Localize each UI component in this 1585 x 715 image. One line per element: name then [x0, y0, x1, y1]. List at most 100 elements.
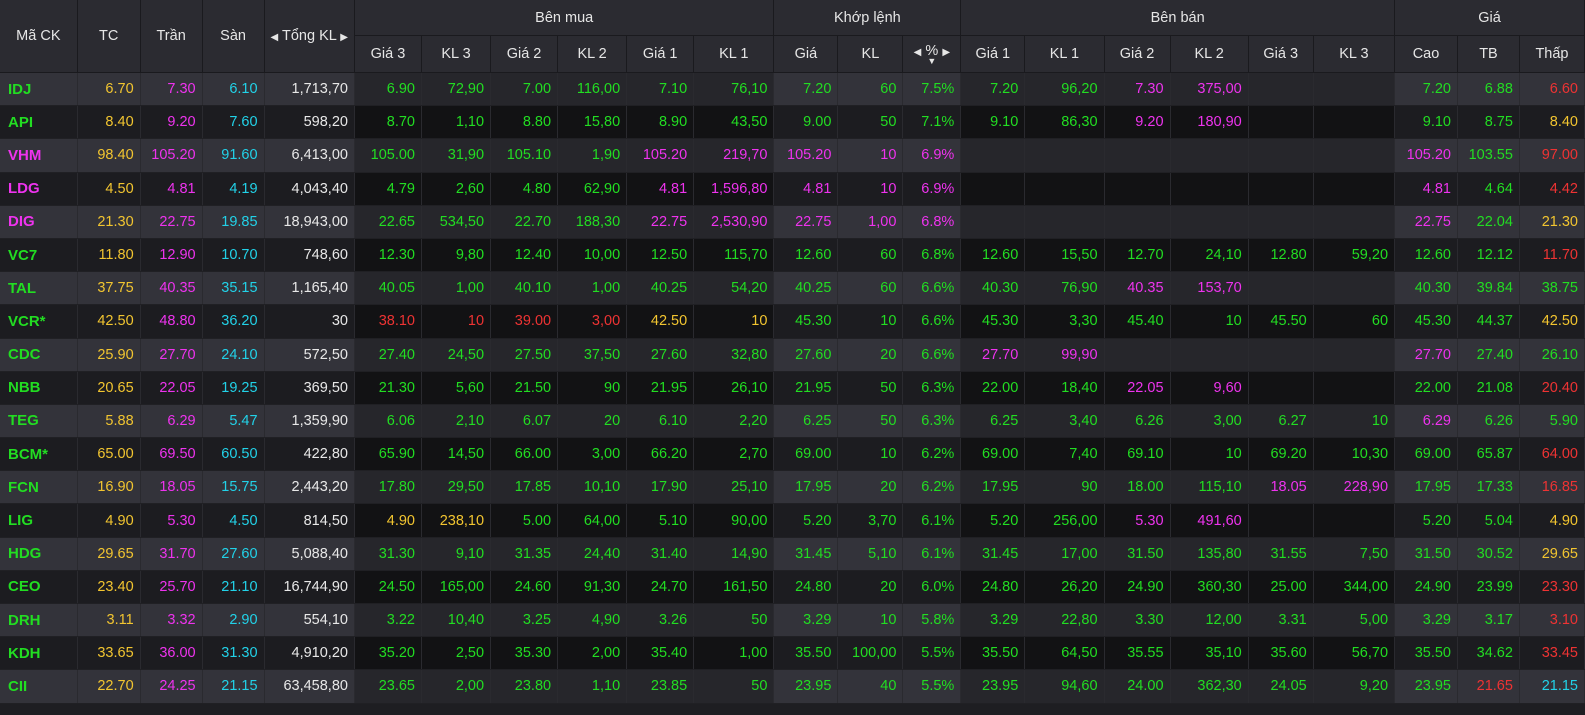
average-price[interactable]: 3.17 [1457, 603, 1520, 638]
ask-price-1[interactable]: 69.00 [960, 437, 1026, 472]
high-price[interactable]: 35.50 [1394, 636, 1458, 671]
floor-price[interactable]: 15.75 [202, 470, 265, 505]
bid-vol-1[interactable]: 26,10 [693, 371, 775, 405]
bid-price-3[interactable]: 4.90 [354, 503, 422, 538]
table-row[interactable]: LIG 4.90 5.30 4.50 814,50 4.90 238,10 5.00 64,00… [0, 503, 1585, 538]
bid-vol-2[interactable]: 3,00 [557, 304, 628, 339]
change-percent[interactable]: 6.8% [902, 205, 962, 239]
bid-vol-3[interactable]: 5,60 [421, 371, 492, 405]
ask-vol-3[interactable] [1313, 72, 1396, 107]
total-volume[interactable]: 63,458,80 [264, 669, 355, 704]
match-vol[interactable]: 10 [837, 437, 904, 472]
ask-vol-1[interactable] [1024, 172, 1105, 206]
low-price[interactable]: 16.85 [1519, 470, 1585, 505]
ask-price-3[interactable] [1248, 72, 1314, 107]
floor-price[interactable]: 10.70 [202, 238, 265, 273]
ask-vol-2[interactable] [1170, 338, 1249, 372]
high-price[interactable]: 6.29 [1394, 404, 1458, 439]
change-percent[interactable]: 6.2% [902, 437, 962, 472]
ask-vol-3[interactable] [1313, 271, 1396, 306]
bid-vol-1[interactable]: 2,530,90 [693, 205, 775, 239]
ask-price-2[interactable]: 35.55 [1104, 636, 1171, 671]
ask-price-2[interactable]: 31.50 [1104, 537, 1171, 571]
reference-price[interactable]: 65.00 [77, 437, 141, 472]
average-price[interactable]: 23.99 [1457, 570, 1520, 605]
table-row[interactable]: CDC 25.90 27.70 24.10 572,50 27.40 24,50 27.50 3… [0, 338, 1585, 372]
bid-price-1[interactable]: 24.70 [626, 570, 695, 605]
col-change-percent[interactable]: ◀ % ▶ ▼ [902, 35, 962, 73]
ask-price-2[interactable]: 7.30 [1104, 72, 1171, 107]
floor-price[interactable]: 31.30 [202, 636, 265, 671]
bid-price-2[interactable]: 7.00 [490, 72, 559, 107]
stock-symbol[interactable]: TEG [0, 404, 78, 439]
bid-vol-1[interactable]: 10 [693, 304, 775, 339]
ask-vol-2[interactable]: 362,30 [1170, 669, 1249, 704]
bid-price-2[interactable]: 66.00 [490, 437, 559, 472]
ask-price-1[interactable] [960, 205, 1026, 239]
col-bid-vol-2[interactable]: KL 2 [557, 35, 628, 73]
high-price[interactable]: 3.29 [1394, 603, 1458, 638]
bid-price-1[interactable]: 17.90 [626, 470, 695, 505]
bid-price-3[interactable]: 24.50 [354, 570, 422, 605]
bid-vol-1[interactable]: 50 [693, 669, 775, 704]
bid-price-3[interactable]: 6.90 [354, 72, 422, 107]
floor-price[interactable]: 27.60 [202, 537, 265, 571]
ask-vol-3[interactable]: 59,20 [1313, 238, 1396, 273]
ask-price-1[interactable]: 9.10 [960, 105, 1026, 140]
low-price[interactable]: 4.42 [1519, 172, 1585, 206]
ask-vol-2[interactable]: 3,00 [1170, 404, 1249, 439]
caret-right-icon[interactable]: ▶ [942, 46, 950, 60]
average-price[interactable]: 6.88 [1457, 72, 1520, 107]
bid-price-3[interactable]: 12.30 [354, 238, 422, 273]
total-volume[interactable]: 1,713,70 [264, 72, 355, 107]
high-price[interactable]: 5.20 [1394, 503, 1458, 538]
col-reference[interactable]: TC [77, 0, 141, 73]
ask-vol-2[interactable] [1170, 205, 1249, 239]
average-price[interactable]: 103.55 [1457, 138, 1520, 173]
bid-price-2[interactable]: 17.85 [490, 470, 559, 505]
bid-price-3[interactable]: 35.20 [354, 636, 422, 671]
match-vol[interactable]: 40 [837, 669, 904, 704]
total-volume[interactable]: 16,744,90 [264, 570, 355, 605]
ask-vol-2[interactable]: 12,00 [1170, 603, 1249, 638]
match-price[interactable]: 35.50 [773, 636, 839, 671]
change-percent[interactable]: 6.2% [902, 470, 962, 505]
ask-vol-1[interactable]: 96,20 [1024, 72, 1105, 107]
ask-price-2[interactable] [1104, 138, 1171, 173]
high-price[interactable]: 105.20 [1394, 138, 1458, 173]
ask-price-3[interactable] [1248, 371, 1314, 405]
average-price[interactable]: 4.64 [1457, 172, 1520, 206]
stock-symbol[interactable]: KDH [0, 636, 78, 671]
ceiling-price[interactable]: 36.00 [140, 636, 203, 671]
change-percent[interactable]: 6.9% [902, 138, 962, 173]
match-price[interactable]: 69.00 [773, 437, 839, 472]
average-price[interactable]: 30.52 [1457, 537, 1520, 571]
stock-symbol[interactable]: API [0, 105, 78, 140]
col-bid-price-3[interactable]: Giá 3 [354, 35, 422, 73]
ask-vol-1[interactable]: 17,00 [1024, 537, 1105, 571]
bid-vol-1[interactable]: 25,10 [693, 470, 775, 505]
table-row[interactable]: HDG 29.65 31.70 27.60 5,088,40 31.30 9,10 31.35… [0, 537, 1585, 571]
ask-vol-2[interactable]: 491,60 [1170, 503, 1249, 538]
total-volume[interactable]: 6,413,00 [264, 138, 355, 173]
change-percent[interactable]: 6.6% [902, 338, 962, 372]
average-price[interactable]: 39.84 [1457, 271, 1520, 306]
ask-price-1[interactable]: 7.20 [960, 72, 1026, 107]
ask-price-3[interactable]: 69.20 [1248, 437, 1314, 472]
low-price[interactable]: 42.50 [1519, 304, 1585, 339]
bid-price-1[interactable]: 23.85 [626, 669, 695, 704]
ceiling-price[interactable]: 4.81 [140, 172, 203, 206]
ceiling-price[interactable]: 22.75 [140, 205, 203, 239]
ceiling-price[interactable]: 18.05 [140, 470, 203, 505]
low-price[interactable]: 20.40 [1519, 371, 1585, 405]
table-row[interactable]: LDG 4.50 4.81 4.19 4,043,40 4.79 2,60 4.80 62,90… [0, 172, 1585, 206]
total-volume[interactable]: 1,359,90 [264, 404, 355, 439]
high-price[interactable]: 22.75 [1394, 205, 1458, 239]
ask-price-1[interactable]: 6.25 [960, 404, 1026, 439]
change-percent[interactable]: 6.0% [902, 570, 962, 605]
ask-price-3[interactable] [1248, 338, 1314, 372]
low-price[interactable]: 4.90 [1519, 503, 1585, 538]
high-price[interactable]: 12.60 [1394, 238, 1458, 273]
bid-vol-3[interactable]: 29,50 [421, 470, 492, 505]
table-row[interactable]: VC7 11.80 12.90 10.70 748,60 12.30 9,80 12.40 10… [0, 238, 1585, 273]
